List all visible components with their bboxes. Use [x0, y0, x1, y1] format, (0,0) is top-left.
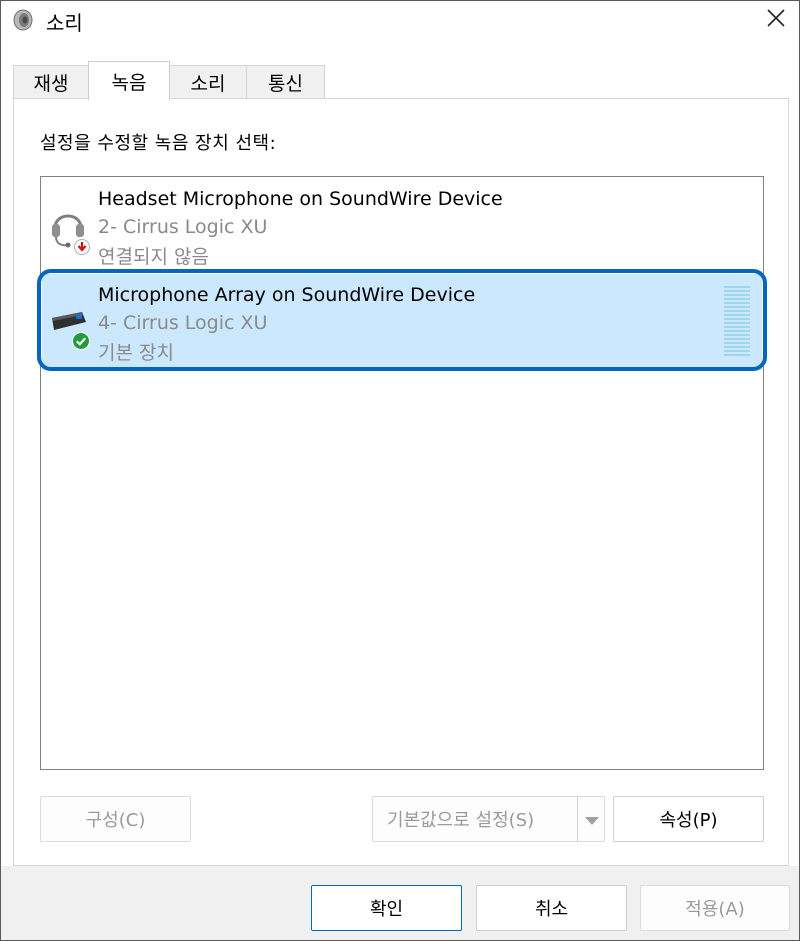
properties-button[interactable]: 속성(P) [613, 796, 764, 842]
set-default-button[interactable]: 기본값으로 설정(S) [372, 796, 605, 842]
tab-sounds[interactable]: 소리 [169, 65, 247, 99]
title-bar: 소리 [1, 1, 799, 39]
device-driver: 2- Cirrus Logic XU [98, 216, 268, 238]
chevron-down-icon [584, 810, 599, 829]
tab-playback[interactable]: 재생 [13, 65, 89, 99]
disconnected-badge-icon [74, 239, 90, 255]
level-meter-segment [724, 286, 750, 288]
configure-button[interactable]: 구성(C) [40, 796, 191, 842]
apply-button[interactable]: 적용(A) [640, 885, 790, 931]
level-meter [724, 286, 750, 358]
level-meter-segment [724, 342, 750, 344]
device-driver: 4- Cirrus Logic XU [98, 312, 268, 334]
level-meter-segment [724, 326, 750, 328]
set-default-label: 기본값으로 설정(S) [387, 810, 535, 831]
device-item-microphone-array[interactable]: Microphone Array on SoundWire Device 4- … [37, 269, 767, 371]
level-meter-segment [724, 298, 750, 300]
level-meter-segment [724, 330, 750, 332]
level-meter-segment [724, 314, 750, 316]
level-meter-segment [724, 338, 750, 340]
default-check-badge-icon [72, 332, 90, 350]
level-meter-segment [724, 346, 750, 348]
level-meter-segment [724, 350, 750, 352]
device-status: 기본 장치 [98, 342, 174, 364]
speaker-icon [12, 9, 34, 31]
window-title: 소리 [46, 11, 83, 35]
device-status: 연결되지 않음 [98, 246, 209, 268]
level-meter-segment [724, 354, 750, 356]
recording-panel: 설정을 수정할 녹음 장치 선택: Headset Microphone on … [13, 98, 789, 866]
set-default-dropdown[interactable] [577, 796, 605, 842]
tab-strip: 재생 녹음 소리 통신 [13, 61, 789, 100]
instruction-label: 설정을 수정할 녹음 장치 선택: [40, 133, 277, 154]
device-item-headset[interactable]: Headset Microphone on SoundWire Device 2… [42, 178, 762, 274]
close-icon [766, 8, 786, 32]
device-name: Headset Microphone on SoundWire Device [98, 188, 503, 210]
level-meter-segment [724, 306, 750, 308]
level-meter-segment [724, 302, 750, 304]
level-meter-segment [724, 310, 750, 312]
level-meter-segment [724, 322, 750, 324]
level-meter-segment [724, 294, 750, 296]
level-meter-segment [724, 290, 750, 292]
close-button[interactable] [753, 1, 799, 39]
device-list[interactable]: Headset Microphone on SoundWire Device 2… [37, 176, 767, 770]
level-meter-segment [724, 318, 750, 320]
ok-button[interactable]: 확인 [311, 885, 462, 931]
tab-communications[interactable]: 통신 [246, 65, 325, 99]
dialog-footer: 확인 취소 적용(A) [1, 866, 799, 940]
level-meter-segment [724, 334, 750, 336]
sound-dialog: 소리 재생 녹음 소리 통신 설정을 수정할 녹음 장치 선택: Headset… [0, 0, 800, 941]
cancel-button[interactable]: 취소 [476, 885, 627, 931]
device-name: Microphone Array on SoundWire Device [98, 284, 476, 306]
tab-recording[interactable]: 녹음 [88, 61, 170, 100]
